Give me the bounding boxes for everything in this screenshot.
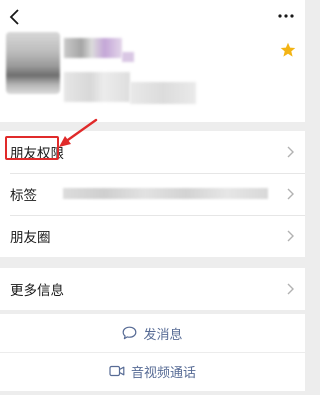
moments-label: 朋友圈 xyxy=(10,230,51,246)
more-info-row[interactable]: 更多信息 xyxy=(0,268,305,310)
star-icon xyxy=(280,42,296,57)
send-message-button[interactable]: 发消息 xyxy=(0,314,305,352)
nickname-blurred-fragment xyxy=(122,52,134,62)
send-message-label: 发消息 xyxy=(143,327,183,343)
tags-value-blurred xyxy=(63,188,268,199)
annotation-highlight-box xyxy=(5,136,59,160)
tags-label: 标签 xyxy=(10,188,37,204)
more-dots-icon[interactable] xyxy=(275,7,297,25)
video-camera-icon xyxy=(109,365,125,377)
chevron-right-icon xyxy=(287,146,294,158)
more-info-label: 更多信息 xyxy=(10,283,64,299)
nickname-blurred xyxy=(64,38,122,58)
annotation-arrow-icon xyxy=(59,118,98,147)
profile-header xyxy=(0,0,305,122)
chevron-right-icon xyxy=(287,230,294,242)
chevron-right-icon xyxy=(287,283,294,295)
actions-card: 发消息 音视频通话 xyxy=(0,314,305,391)
tags-row[interactable]: 标签 xyxy=(0,173,305,215)
chevron-right-icon xyxy=(287,188,294,200)
more-info-card: 更多信息 xyxy=(0,268,305,310)
video-call-button[interactable]: 音视频通话 xyxy=(0,352,305,390)
region-blurred xyxy=(130,82,196,104)
account-id-blurred xyxy=(64,72,130,102)
moments-row[interactable]: 朋友圈 xyxy=(0,215,305,257)
avatar[interactable] xyxy=(6,32,60,94)
back-chevron-icon[interactable] xyxy=(6,8,24,26)
chat-bubble-icon xyxy=(123,326,137,340)
video-call-label: 音视频通话 xyxy=(130,365,196,381)
